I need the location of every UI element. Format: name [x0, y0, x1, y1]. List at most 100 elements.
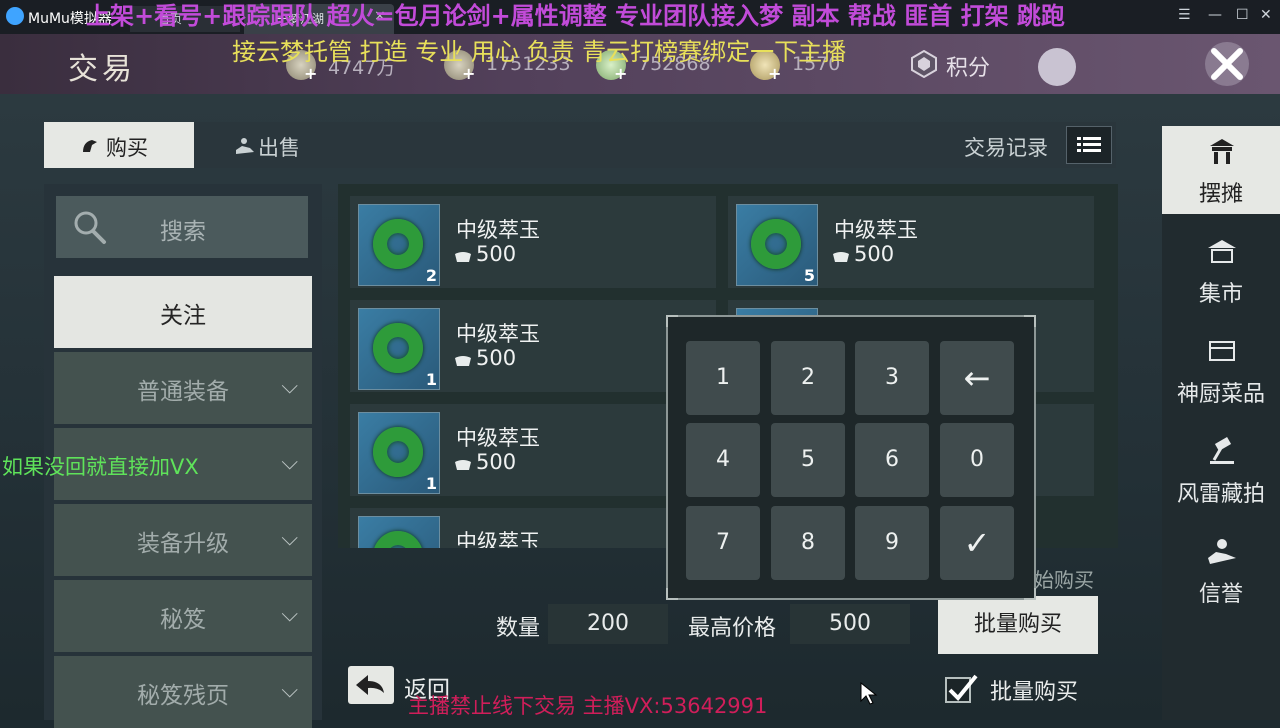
- emulator-close-icon[interactable]: ✕: [1260, 7, 1272, 23]
- nav-label: 摆摊: [1198, 182, 1243, 207]
- category-label: 秘笈: [160, 607, 206, 633]
- search-button[interactable]: 搜索: [56, 196, 308, 258]
- dish-icon: [1209, 341, 1235, 361]
- jade-ring-icon: 1: [358, 412, 440, 494]
- batch-buy-button[interactable]: 批量购买: [938, 596, 1098, 654]
- item-count: 1: [425, 474, 437, 493]
- chevron-down-icon: ⌵: [281, 450, 298, 475]
- trade-tab-row: 购买 出售 交易记录: [44, 122, 1116, 168]
- reputation-icon: [1208, 539, 1236, 564]
- nav-stall[interactable]: 摆摊: [1162, 126, 1280, 214]
- nav-chef-dishes[interactable]: 神厨菜品: [1162, 326, 1280, 414]
- nav-label: 信誉: [1198, 582, 1243, 607]
- tab-buy-label: 购买: [106, 136, 148, 160]
- category-label: 关注: [160, 303, 206, 329]
- emulator-menu-icon[interactable]: ☰: [1178, 7, 1191, 23]
- page-title: 交易: [68, 52, 136, 87]
- key-8[interactable]: 8: [771, 506, 845, 580]
- item-price: 500: [854, 242, 895, 266]
- stall-icon: [1210, 139, 1234, 164]
- keypad-corner: [1024, 588, 1036, 600]
- search-icon: [74, 211, 106, 244]
- settings-flower-icon[interactable]: [1038, 48, 1076, 86]
- item-name: 中级萃玉: [456, 426, 540, 450]
- item-count: 1: [425, 370, 437, 389]
- emulator-minimize-icon[interactable]: —: [1208, 7, 1222, 23]
- max-price-field[interactable]: 500: [790, 604, 910, 644]
- nav-reputation[interactable]: 信誉: [1162, 526, 1280, 614]
- category-label: 装备升级: [137, 531, 229, 557]
- item-count: 5: [803, 266, 815, 285]
- number-keypad: 1 2 3 ← 4 5 6 0 7 8 9 ✓: [666, 315, 1036, 600]
- item-card[interactable]: 1 中级萃玉 500: [350, 300, 716, 392]
- start-buy-partial-label: 始购买: [1034, 568, 1094, 592]
- backspace-key[interactable]: ←: [940, 341, 1014, 415]
- key-3[interactable]: 3: [855, 341, 929, 415]
- list-icon: [1077, 137, 1101, 152]
- item-card[interactable]: 5 中级萃玉 500: [728, 196, 1094, 288]
- jade-ring-icon: 5: [736, 204, 818, 286]
- mumu-logo-icon: [6, 7, 24, 25]
- key-7[interactable]: 7: [686, 506, 760, 580]
- category-secret-manual[interactable]: 秘笈 ⌵: [54, 580, 312, 652]
- category-label: 秘笈残页: [137, 683, 229, 709]
- chevron-down-icon: ⌵: [281, 602, 298, 627]
- back-button[interactable]: [348, 666, 394, 704]
- silver-ingot-icon: [455, 460, 471, 470]
- item-card[interactable]: 中级萃玉: [350, 508, 716, 548]
- nav-label: 集市: [1198, 282, 1243, 307]
- confirm-key[interactable]: ✓: [940, 506, 1014, 580]
- jade-ring-icon: [358, 516, 440, 548]
- key-5[interactable]: 5: [771, 423, 845, 497]
- quantity-field[interactable]: 200: [548, 604, 668, 644]
- stream-overlay-top-second: 接云梦托管 打造 专业 用心 负责 青云打榜赛绑定一下主播: [232, 38, 847, 66]
- item-name: 中级萃玉: [456, 322, 540, 346]
- tab-buy[interactable]: 购买: [44, 122, 194, 168]
- category-follow[interactable]: 关注: [54, 276, 312, 348]
- points-icon: [911, 50, 937, 78]
- points-label[interactable]: 积分: [946, 50, 990, 82]
- back-arrow-icon: [356, 675, 384, 695]
- category-normal-equipment[interactable]: 普通装备 ⌵: [54, 352, 312, 424]
- chevron-down-icon: ⌵: [281, 678, 298, 703]
- quantity-label: 数量: [496, 616, 541, 641]
- key-2[interactable]: 2: [771, 341, 845, 415]
- item-price: 500: [476, 450, 517, 474]
- silver-ingot-icon: [833, 252, 849, 262]
- item-card[interactable]: 1 中级萃玉 500: [350, 404, 716, 496]
- keypad-corner: [666, 588, 678, 600]
- auction-hammer-icon: [1210, 437, 1234, 464]
- key-4[interactable]: 4: [686, 423, 760, 497]
- market-icon: [1208, 240, 1236, 263]
- right-nav: 摆摊 集市 神厨菜品 风雷藏拍 信誉: [1162, 126, 1280, 720]
- category-label: 普通装备: [137, 379, 229, 405]
- category-manual-fragments[interactable]: 秘笈残页 ⌵: [54, 656, 312, 728]
- mouse-cursor-icon: [860, 682, 878, 705]
- batch-buy-checkbox[interactable]: [944, 672, 978, 706]
- keypad-corner: [666, 315, 678, 327]
- category-equipment-upgrade[interactable]: 装备升级 ⌵: [54, 504, 312, 576]
- item-price: 500: [476, 346, 517, 370]
- nav-auction[interactable]: 风雷藏拍: [1162, 426, 1280, 514]
- tab-sell-label: 出售: [258, 136, 300, 160]
- nav-market[interactable]: 集市: [1162, 226, 1280, 314]
- close-icon[interactable]: [1198, 36, 1256, 92]
- trade-records-button[interactable]: [1066, 126, 1112, 164]
- item-card[interactable]: 2 中级萃玉 500: [350, 196, 716, 288]
- trade-records-label[interactable]: 交易记录: [964, 132, 1048, 162]
- item-name: 中级萃玉: [456, 218, 540, 242]
- key-1[interactable]: 1: [686, 341, 760, 415]
- batch-buy-checkbox-label[interactable]: 批量购买: [990, 674, 1078, 706]
- jade-ring-icon: 1: [358, 308, 440, 390]
- stream-overlay-bottom: 主播禁止线下交易 主播VX:53642991: [408, 694, 768, 718]
- silver-ingot-icon: [455, 356, 471, 366]
- key-0[interactable]: 0: [940, 423, 1014, 497]
- item-name: 中级萃玉: [834, 218, 918, 242]
- buy-hand-icon: [83, 140, 97, 152]
- max-price-label: 最高价格: [688, 616, 777, 641]
- silver-ingot-icon: [455, 252, 471, 262]
- key-6[interactable]: 6: [855, 423, 929, 497]
- emulator-maximize-icon[interactable]: ☐: [1236, 7, 1249, 23]
- chevron-down-icon: ⌵: [281, 374, 298, 399]
- key-9[interactable]: 9: [855, 506, 929, 580]
